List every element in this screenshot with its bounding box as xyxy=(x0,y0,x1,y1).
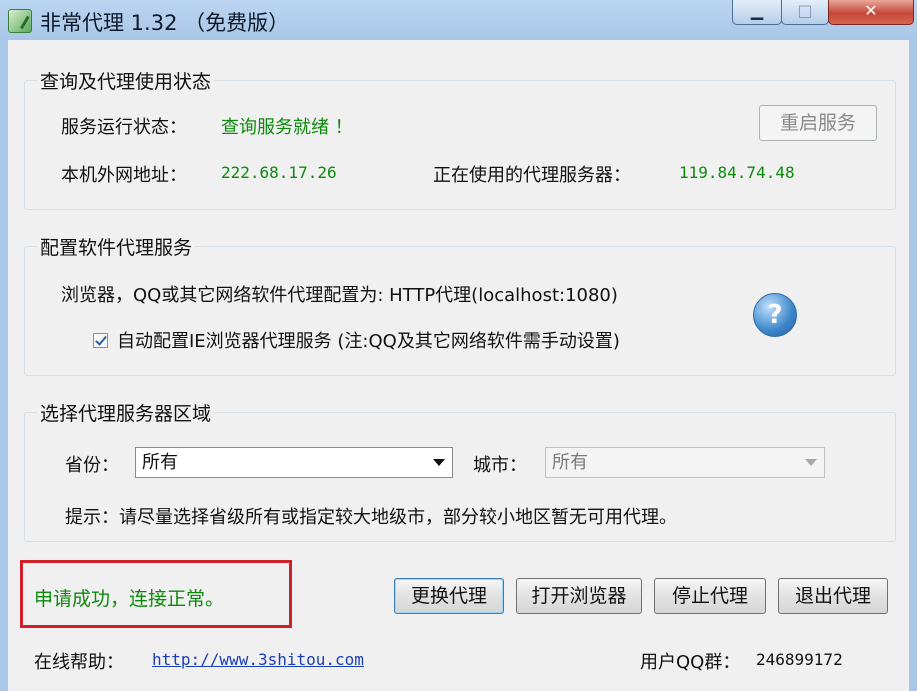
status-message: 申请成功，连接正常。 xyxy=(34,588,225,610)
proxy-config-description: 浏览器，QQ或其它网络软件代理配置为: HTTP代理(localhost:108… xyxy=(61,285,618,306)
region-hint: 提示：请尽量选择省级所有或指定较大地级市，部分较小地区暂无可用代理。 xyxy=(65,507,677,528)
current-proxy-value: 119.84.74.48 xyxy=(679,163,795,182)
auto-config-checkbox[interactable] xyxy=(93,333,108,348)
local-ip-label: 本机外网地址： xyxy=(61,165,187,186)
window-title: 非常代理 1.32 （免费版） xyxy=(40,11,290,35)
close-button[interactable]: ✕ xyxy=(828,0,914,25)
restart-service-button[interactable]: 重启服务 xyxy=(759,105,877,141)
title-bar: 非常代理 1.32 （免费版） ▁ □ ✕ xyxy=(0,0,917,40)
province-select-value: 所有 xyxy=(142,452,178,473)
app-icon xyxy=(8,9,32,33)
maximize-button[interactable]: □ xyxy=(781,0,829,25)
online-help-link[interactable]: http://www.3shitou.com xyxy=(152,650,364,669)
local-ip-value: 222.68.17.26 xyxy=(221,163,337,182)
service-status-label: 服务运行状态： xyxy=(61,117,187,138)
chevron-down-icon xyxy=(805,459,817,466)
city-label: 城市： xyxy=(473,455,527,476)
service-status-value: 查询服务就绪 ！ xyxy=(221,117,353,138)
city-select[interactable]: 所有 xyxy=(545,447,825,478)
qq-group-label: 用户QQ群： xyxy=(640,652,741,673)
open-browser-button[interactable]: 打开浏览器 xyxy=(516,578,642,614)
status-group-title: 查询及代理使用状态 xyxy=(37,67,215,94)
current-proxy-label: 正在使用的代理服务器： xyxy=(433,165,631,186)
qq-group-value: 246899172 xyxy=(756,650,843,669)
stop-proxy-button[interactable]: 停止代理 xyxy=(654,578,766,614)
city-select-value: 所有 xyxy=(552,452,588,473)
auto-config-label[interactable]: 自动配置IE浏览器代理服务 (注:QQ及其它网络软件需手动设置) xyxy=(117,327,620,353)
main-window-body: 查询及代理使用状态 服务运行状态： 查询服务就绪 ！ 重启服务 本机外网地址： … xyxy=(8,40,909,691)
province-label: 省份： xyxy=(65,455,119,476)
config-group: 配置软件代理服务 浏览器，QQ或其它网络软件代理配置为: HTTP代理(loca… xyxy=(24,233,896,376)
region-group: 选择代理服务器区域 省份： 所有 城市： 所有 提示：请尽量选择省级所有或指定较… xyxy=(24,399,896,542)
status-group: 查询及代理使用状态 服务运行状态： 查询服务就绪 ！ 重启服务 本机外网地址： … xyxy=(24,67,896,210)
minimize-button[interactable]: ▁ xyxy=(732,0,782,25)
config-group-title: 配置软件代理服务 xyxy=(37,233,196,260)
switch-proxy-button[interactable]: 更换代理 xyxy=(394,578,504,614)
region-group-title: 选择代理服务器区域 xyxy=(37,399,215,426)
online-help-label: 在线帮助： xyxy=(34,652,124,673)
exit-proxy-button[interactable]: 退出代理 xyxy=(778,578,888,614)
help-icon[interactable]: ? xyxy=(753,293,797,337)
chevron-down-icon xyxy=(433,459,445,466)
province-select[interactable]: 所有 xyxy=(135,447,453,478)
